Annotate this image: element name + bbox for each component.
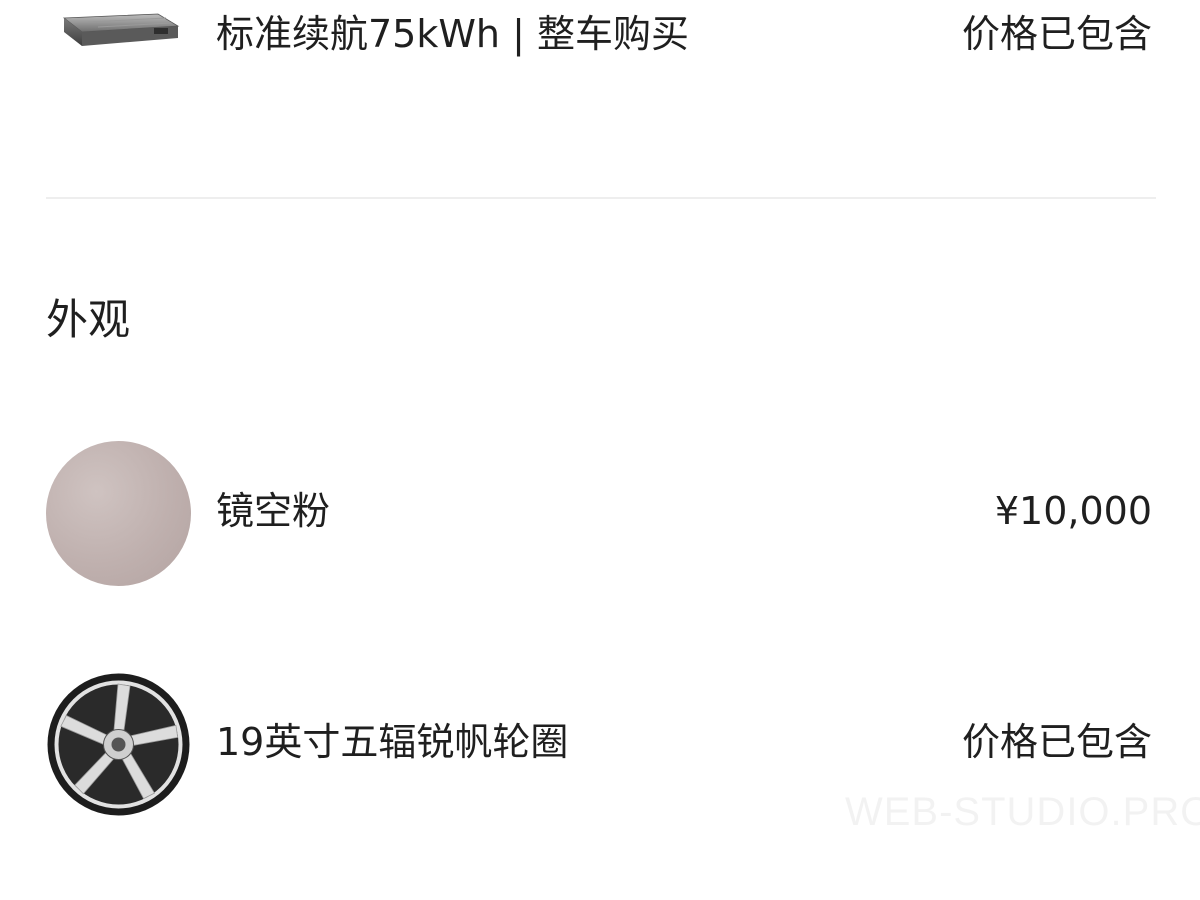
wheel-rim-icon [47, 673, 190, 816]
exterior-color-price: ¥10,000 [994, 489, 1152, 533]
color-swatch [46, 441, 191, 586]
exterior-section-title: 外观 [46, 295, 131, 344]
exterior-color-label: 镜空粉 [216, 489, 331, 533]
battery-option-price: 价格已包含 [961, 12, 1152, 56]
watermark-text: WEB-STUDIO.PRO [845, 790, 1200, 834]
section-divider [46, 197, 1156, 199]
exterior-color-row[interactable]: 镜空粉 ¥10,000 [0, 441, 1200, 591]
battery-option-label: 标准续航75kWh | 整车购买 [216, 12, 689, 56]
battery-pack-icon [62, 13, 180, 46]
battery-option-row[interactable]: 标准续航75kWh | 整车购买 价格已包含 [0, 0, 1200, 80]
wheel-option-price: 价格已包含 [961, 720, 1152, 764]
wheel-option-label: 19英寸五辐锐帆轮圈 [216, 720, 569, 764]
